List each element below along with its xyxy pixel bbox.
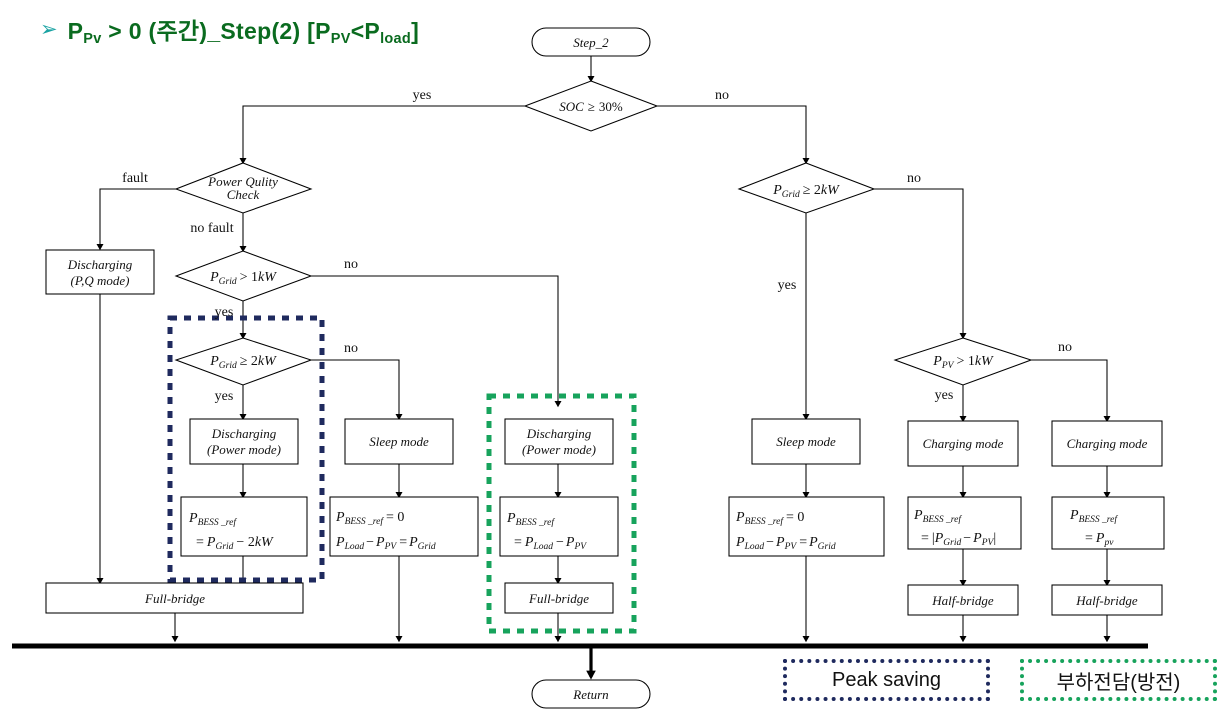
edge-label-pgrid-right-no: no: [907, 171, 921, 186]
node-step-2-label: Step_2: [573, 35, 609, 50]
node-discharging-power-left: Discharging (Power mode): [189, 418, 299, 465]
node-charging-mode-2: Charging mode: [1051, 420, 1163, 467]
node-full-bridge-left-label: Full-bridge: [144, 591, 205, 606]
node-discharging-power-green-l1: Discharging: [526, 426, 592, 441]
node-discharging-pq: Discharging (P,Q mode): [45, 249, 155, 295]
node-pgrid-ge-2kw-right: PGrid ≥ 2kW: [737, 162, 876, 214]
edge-label-ppv-yes: yes: [935, 388, 954, 403]
legend-load-support: 부하전담(방전): [1020, 659, 1217, 701]
node-discharging-power-left-l2: (Power mode): [207, 442, 281, 457]
node-sleep-mode-left: Sleep mode: [344, 418, 454, 465]
node-discharging-pq-l1: Discharging: [67, 257, 133, 272]
edge-label-soc-no: no: [715, 88, 729, 103]
node-pq-label-2: Check: [227, 187, 260, 202]
node-sleep-mode-right: Sleep mode: [751, 418, 861, 465]
node-equation-1: PBESS _ref = PGrid − 2kW: [180, 496, 308, 557]
edge-label-ppv-no: no: [1058, 340, 1072, 355]
node-equation-3: PBESS _ref = PLoad − PPV: [499, 496, 619, 557]
node-pgrid-ge-2kw-left: PGrid ≥ 2kW: [174, 337, 313, 386]
legend-load-support-label: 부하전담(방전): [1056, 671, 1181, 694]
edge-label-pgrid2-no: no: [344, 341, 358, 356]
legend-peak-saving: Peak saving: [783, 659, 990, 701]
node-discharging-power-left-l1: Discharging: [211, 426, 277, 441]
flowchart-page: ➢ PPv > 0 (주간)_Step(2) [PPV<Pload] Step_…: [0, 0, 1225, 722]
node-soc-label: SOC ≥30%: [559, 99, 623, 114]
node-charging-mode-1-label: Charging mode: [923, 436, 1004, 451]
node-equation-2: PBESS _ref = 0 PLoad − PPV = PGrid: [329, 496, 479, 557]
node-power-quality-check: Power Qulity Check: [174, 162, 313, 214]
node-ppv-gt-1kw-label: PPV > 1kW: [932, 354, 994, 371]
edge-label-pgrid1-no: no: [344, 257, 358, 272]
node-full-bridge-green: Full-bridge: [504, 582, 614, 614]
node-equation-6: PBESS _ref = Ppv: [1051, 496, 1165, 550]
node-sleep-mode-right-label: Sleep mode: [776, 434, 836, 449]
edge-label-pgrid1-yes: yes: [215, 305, 234, 320]
edge-label-soc-yes: yes: [413, 88, 432, 103]
node-return-label: Return: [572, 687, 608, 702]
edge-label-pgrid2-yes: yes: [215, 389, 234, 404]
edge-label-pq-fault: fault: [122, 171, 148, 186]
node-discharging-power-green-l2: (Power mode): [522, 442, 596, 457]
node-half-bridge-2: Half-bridge: [1051, 584, 1163, 616]
node-ppv-gt-1kw: PPV > 1kW: [893, 337, 1033, 386]
node-sleep-mode-left-label: Sleep mode: [369, 434, 429, 449]
node-pgrid-gt-1kw: PGrid > 1kW: [174, 250, 313, 302]
node-charging-mode-1: Charging mode: [907, 420, 1019, 467]
node-full-bridge-left: Full-bridge: [45, 582, 304, 614]
edge-label-pgrid-right-yes: yes: [778, 278, 797, 293]
node-half-bridge-1: Half-bridge: [907, 584, 1019, 616]
flowchart-canvas: Step_2 SOC ≥30% Power Qulity Check Discha…: [12, 27, 1165, 709]
node-soc-decision: SOC ≥30%: [523, 80, 659, 132]
node-return: Return: [531, 679, 651, 709]
node-half-bridge-1-label: Half-bridge: [931, 593, 994, 608]
node-discharging-power-green: Discharging (Power mode): [504, 418, 614, 465]
node-equation-5: PBESS _ref = |PGrid − PPV|: [907, 496, 1022, 550]
node-discharging-pq-l2: (P,Q mode): [71, 273, 130, 288]
node-equation-4: PBESS _ref = 0 PLoad − PPV = PGrid: [728, 496, 885, 557]
node-full-bridge-green-label: Full-bridge: [528, 591, 589, 606]
node-step-2: Step_2: [531, 27, 651, 57]
node-charging-mode-2-label: Charging mode: [1067, 436, 1148, 451]
legend-peak-saving-label: Peak saving: [832, 668, 941, 691]
node-half-bridge-2-label: Half-bridge: [1075, 593, 1138, 608]
edge-label-pq-no-fault: no fault: [190, 221, 233, 236]
